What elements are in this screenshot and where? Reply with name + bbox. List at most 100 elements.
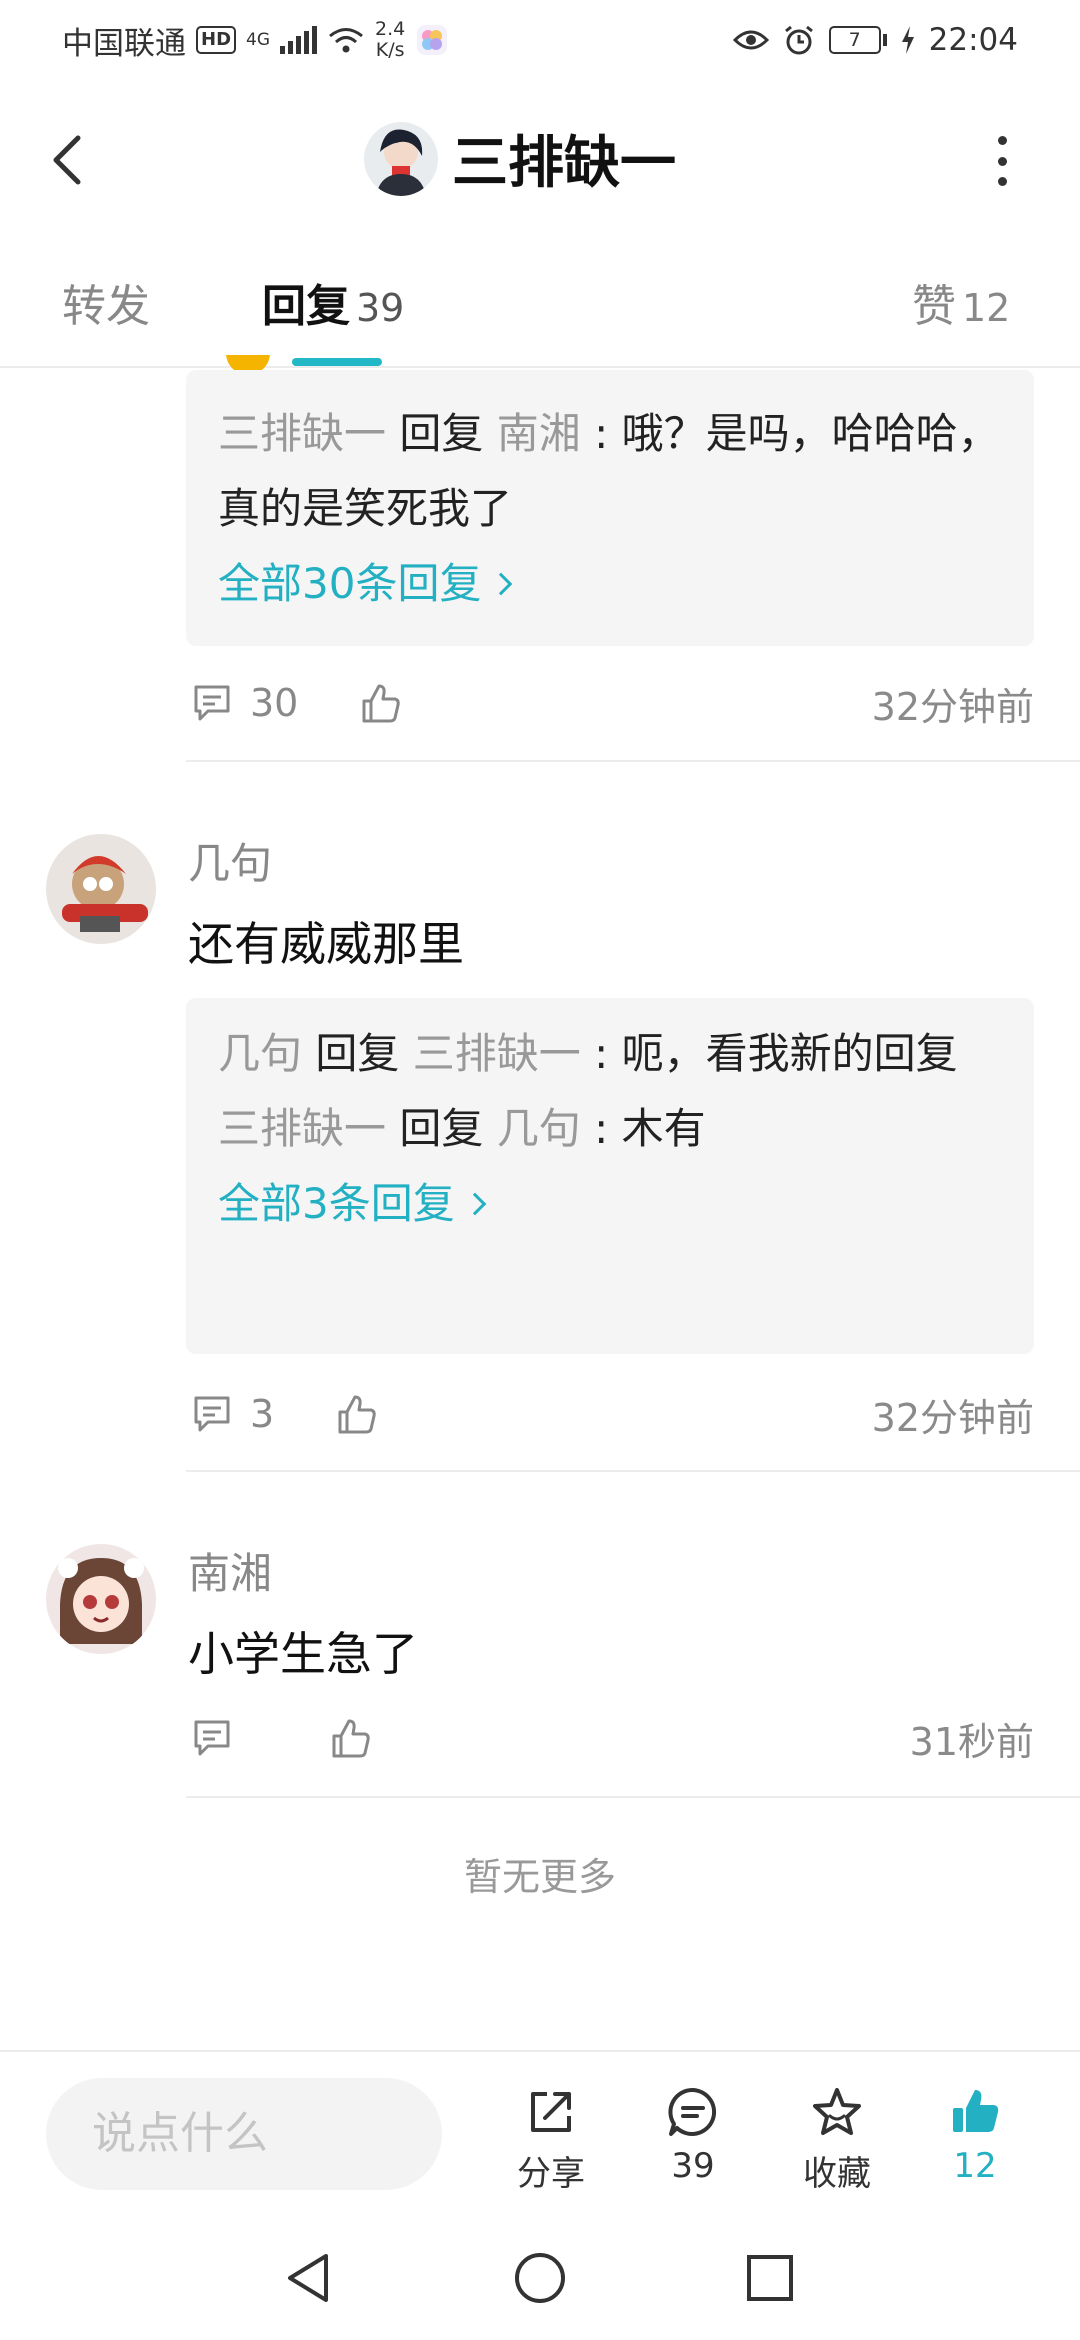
share-label: 分享 [517, 2154, 585, 2194]
chevron-right-icon [463, 1192, 487, 1216]
all-replies-link[interactable]: 全部30条回复 [218, 546, 1002, 622]
comment-icon [194, 1720, 230, 1756]
net-speed: 2.4 K/s [375, 19, 405, 61]
all-replies-label: 全部3条回复 [218, 1179, 455, 1228]
comment-time: 31秒前 [909, 1719, 1034, 1764]
all-replies-label: 全部30条回复 [218, 559, 482, 608]
thumbs-up-icon [362, 684, 401, 723]
reply-verb: 回复 [399, 409, 484, 458]
speed-unit: K/s [375, 39, 405, 61]
divider [186, 1470, 1080, 1472]
like-action[interactable] [328, 1716, 372, 1760]
commenter-avatar[interactable] [46, 1544, 156, 1654]
reply-user[interactable]: 三排缺一 [218, 1104, 386, 1153]
reply-preview-line: 几句 回复 三排缺一 : 呃，看我新的回复 [218, 1029, 958, 1078]
reply-user[interactable]: 几句 [218, 1029, 302, 1078]
status-bar: 中国联通 HD 4G 2.4 K/s 7 22:04 [0, 0, 1080, 80]
tab-like-count: 12 [962, 286, 1011, 330]
comment-icon [194, 1396, 230, 1432]
divider [186, 760, 1080, 762]
system-nav-bar [0, 2214, 1080, 2340]
tab-bar: 转发 回复 39 赞 12 [0, 250, 1080, 368]
likes-count: 12 [953, 2146, 997, 2186]
reply-preview-box[interactable]: 几句 回复 三排缺一 : 呃，看我新的回复 三排缺一 回复 几句 : 木有 全部… [186, 998, 1034, 1354]
tab-like[interactable]: 赞 12 [912, 270, 1010, 334]
reply-verb: 回复 [399, 1104, 484, 1153]
commenter-avatar[interactable] [46, 834, 156, 944]
comments-count: 39 [671, 2146, 715, 2186]
eye-icon [732, 30, 769, 50]
more-options-icon[interactable] [996, 136, 1008, 186]
favorite-label: 收藏 [803, 2154, 871, 2194]
like-action[interactable] [358, 681, 402, 725]
reply-action[interactable] [190, 1716, 234, 1760]
reply-action[interactable]: 3 [190, 1392, 274, 1436]
nav-back-icon[interactable] [282, 2250, 334, 2306]
tab-reply-label: 回复 [262, 281, 350, 332]
hd-badge: HD [196, 26, 237, 54]
tab-forward[interactable]: 转发 [62, 270, 150, 334]
page-title: 三排缺一 [452, 131, 676, 196]
comments-button[interactable]: 39 [638, 2084, 748, 2186]
speed-value: 2.4 [375, 18, 406, 40]
reply-target[interactable]: 南湘 [497, 409, 581, 458]
signal-icon [280, 26, 318, 54]
reply-target[interactable]: 几句 [497, 1104, 581, 1153]
share-button[interactable]: 分享 [496, 2084, 606, 2195]
comment-actions: 30 32分钟前 [190, 673, 1034, 733]
nav-home-icon[interactable] [512, 2250, 568, 2306]
reply-verb: 回复 [315, 1029, 400, 1078]
battery-level: 7 [828, 26, 881, 54]
share-icon [531, 2092, 571, 2132]
top-bar: 三排缺一 [0, 100, 1080, 220]
reply-preview-line: 三排缺一 回复 南湘 : 哦？是吗，哈哈哈，真的是笑死我了 [218, 409, 1000, 533]
reply-text: 木有 [621, 1104, 706, 1153]
comment-text: 还有威威那里 [188, 917, 464, 971]
reply-preview-box[interactable]: 三排缺一 回复 南湘 : 哦？是吗，哈哈哈，真的是笑死我了 全部30条回复 [186, 370, 1034, 646]
all-replies-link[interactable]: 全部3条回复 [218, 1166, 1002, 1242]
author-avatar[interactable] [364, 121, 438, 196]
comment-input[interactable]: 说点什么 [46, 2078, 442, 2190]
comment-time: 32分钟前 [871, 684, 1034, 729]
nav-recents-icon[interactable] [744, 2250, 796, 2306]
comment-actions: 31秒前 [190, 1708, 1034, 1768]
commenter-name[interactable]: 几句 [188, 830, 272, 891]
reply-preview-line: 三排缺一 回复 几句 : 木有 [218, 1104, 706, 1153]
comment-icon [194, 685, 230, 721]
star-icon [813, 2088, 861, 2135]
reply-count: 30 [250, 681, 299, 725]
app-notification-icon [417, 25, 448, 55]
tab-reply-count: 39 [356, 286, 405, 330]
like-action[interactable] [334, 1392, 378, 1436]
back-button[interactable] [44, 132, 94, 188]
reply-user[interactable]: 三排缺一 [218, 409, 386, 458]
network-type: 4G [246, 30, 271, 50]
title-group[interactable]: 三排缺一 [364, 118, 676, 199]
battery-icon: 7 [828, 26, 887, 54]
reply-target[interactable]: 三排缺一 [413, 1029, 581, 1078]
thumbs-up-icon [338, 1395, 376, 1434]
like-button[interactable]: 12 [920, 2084, 1030, 2186]
favorite-button[interactable]: 收藏 [782, 2084, 892, 2195]
comment-bubble-icon [668, 2087, 717, 2136]
thumbs-up-filled-icon [953, 2090, 999, 2132]
tab-forward-label: 转发 [62, 281, 150, 332]
comment-actions: 3 32分钟前 [190, 1384, 1034, 1444]
commenter-name[interactable]: 南湘 [188, 1540, 272, 1601]
reply-text: 呃，看我新的回复 [621, 1029, 958, 1078]
reply-count: 3 [250, 1392, 275, 1436]
tab-indicator [292, 358, 382, 366]
clock: 22:04 [928, 22, 1018, 58]
tab-reply[interactable]: 回复 39 [262, 270, 404, 334]
no-more-label: 暂无更多 [463, 1855, 616, 1899]
chevron-right-icon [490, 572, 513, 596]
wifi-icon [329, 28, 363, 53]
reply-action[interactable]: 30 [190, 681, 298, 725]
thumbs-up-icon [332, 1719, 370, 1758]
bottom-action-bar: 说点什么 分享 39 收藏 12 [0, 2050, 1080, 2214]
carrier-label: 中国联通 [62, 25, 186, 62]
tab-like-label: 赞 [912, 281, 956, 332]
alarm-icon [784, 25, 813, 55]
charging-icon [901, 26, 914, 54]
divider [186, 1796, 1080, 1798]
